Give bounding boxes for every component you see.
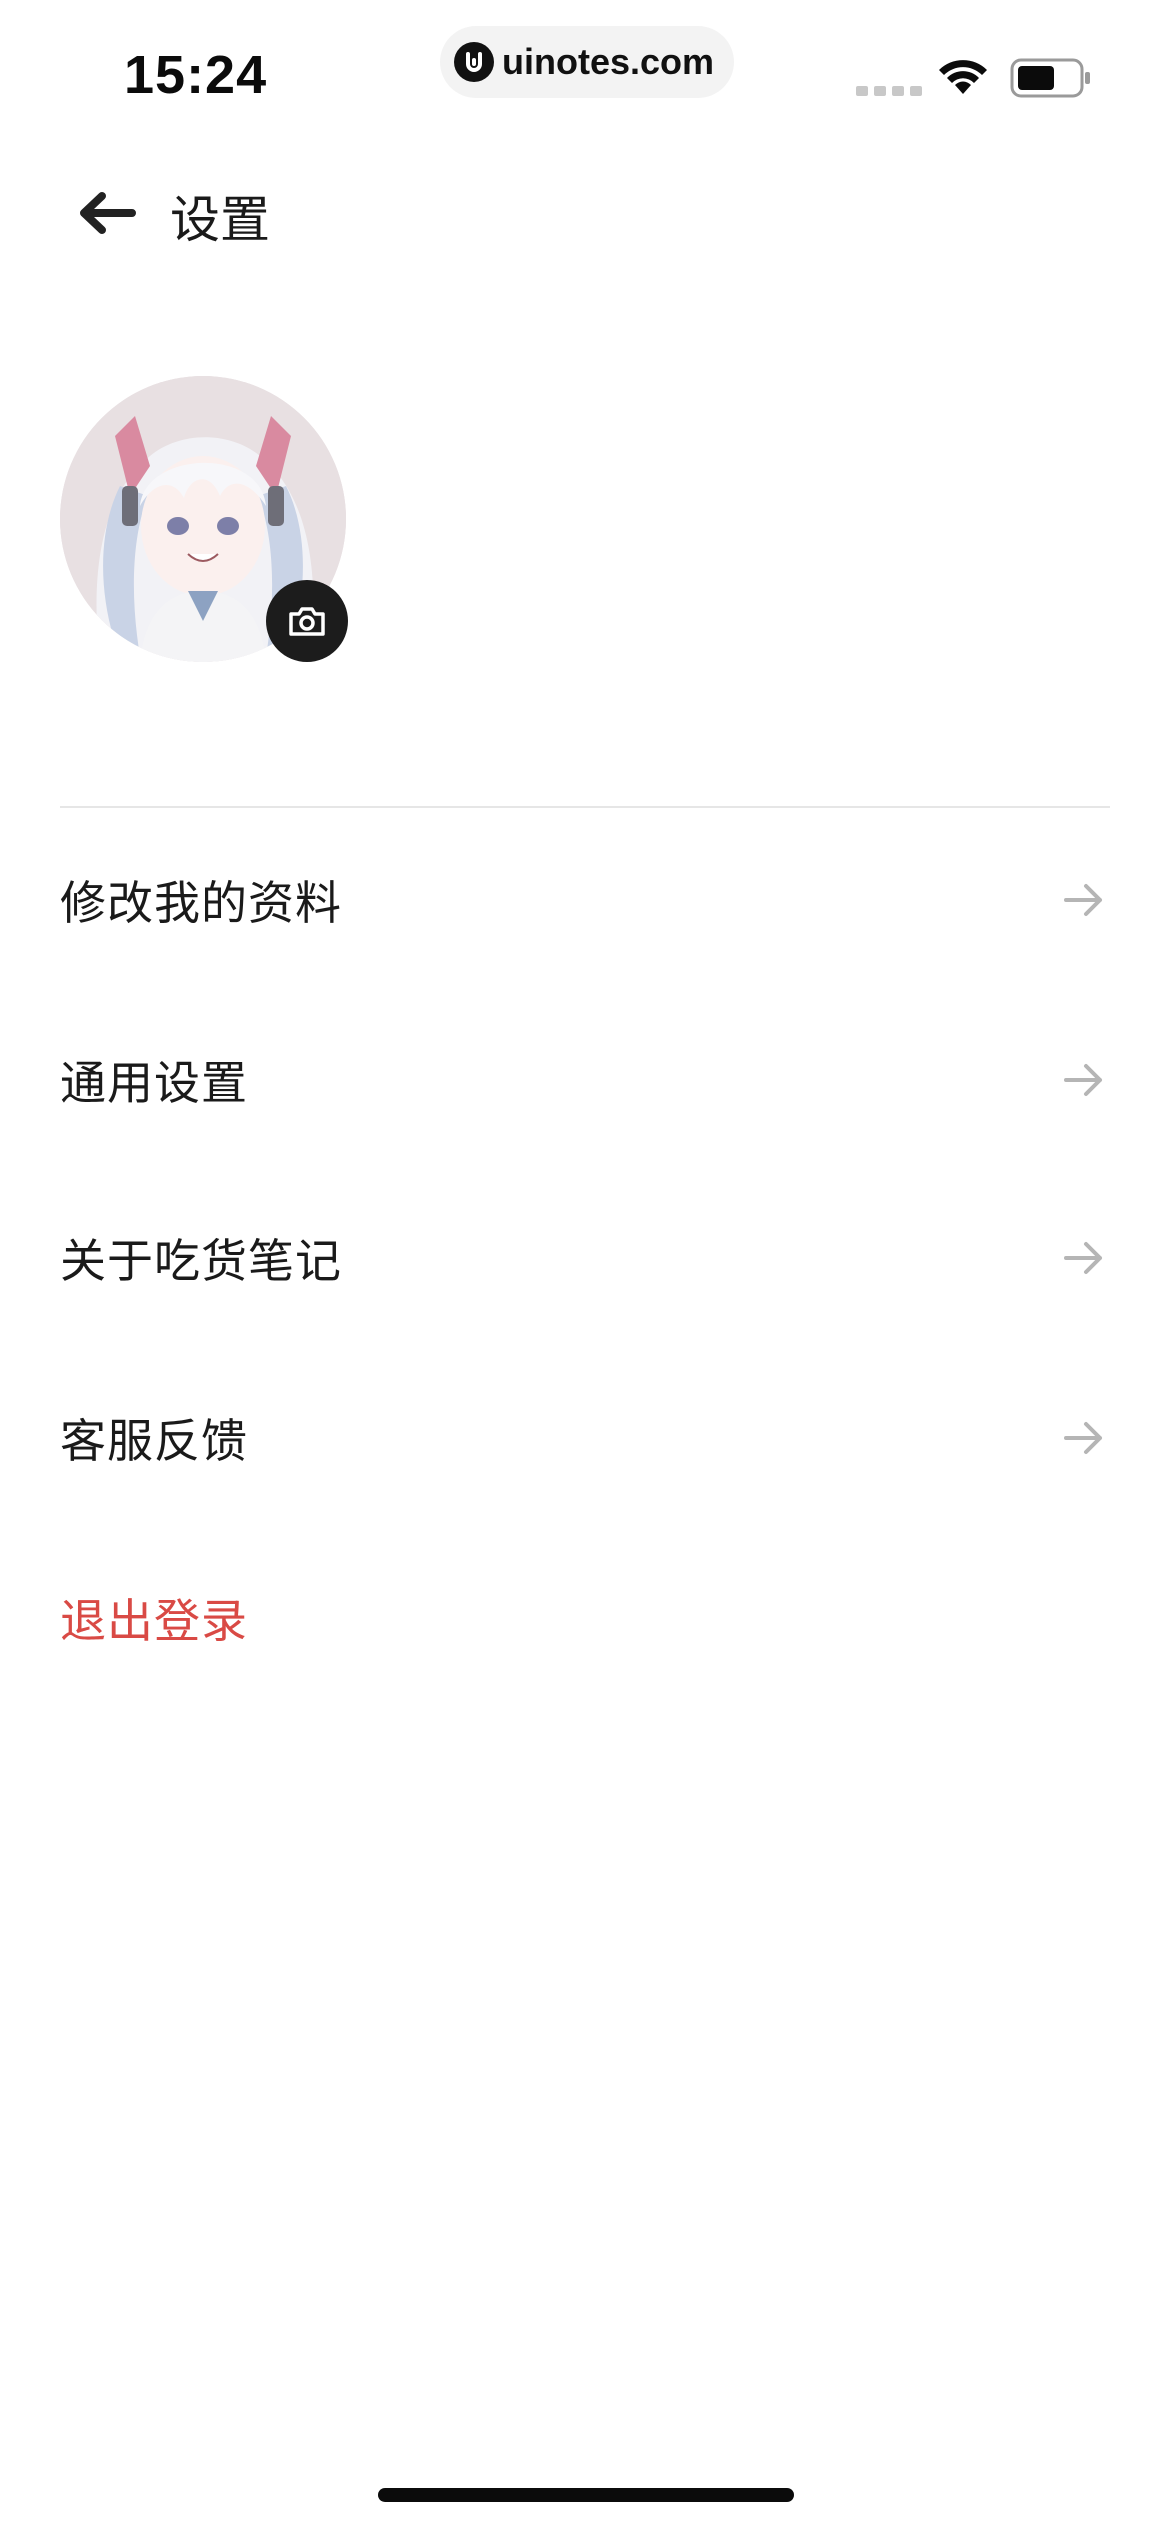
url-text: uinotes.com [502,41,715,82]
camera-icon [289,607,325,636]
arrow-right-icon [1064,1422,1102,1454]
signal-icon [856,86,922,96]
menu-item-edit-profile[interactable]: 修改我的资料 [60,840,1110,960]
menu-item-label: 通用设置 [60,1056,248,1110]
status-time: 15:24 [124,45,268,105]
avatar-section [60,376,350,666]
battery-icon [1010,58,1092,102]
arrow-right-icon [1064,1064,1102,1096]
wifi-icon [936,56,990,100]
arrow-left-icon [80,192,136,234]
menu-item-label: 关于吃货笔记 [60,1234,342,1288]
url-pill[interactable]: uinotes.com [440,26,734,98]
back-button[interactable] [76,188,138,238]
logout-button[interactable]: 退出登录 [60,1558,1110,1678]
menu-item-feedback[interactable]: 客服反馈 [60,1378,1110,1498]
menu-item-label: 客服反馈 [60,1414,248,1468]
arrow-right-icon [1064,1242,1102,1274]
menu-item-label: 修改我的资料 [60,876,342,930]
menu-item-general-settings[interactable]: 通用设置 [60,1020,1110,1140]
section-divider [60,806,1110,808]
uinotes-logo-icon [454,42,494,82]
change-avatar-button[interactable] [266,580,348,662]
menu-item-about[interactable]: 关于吃货笔记 [60,1198,1110,1318]
arrow-right-icon [1064,884,1102,916]
page-title: 设置 [170,191,270,249]
logout-label: 退出登录 [60,1594,248,1648]
home-indicator[interactable] [378,2488,794,2502]
